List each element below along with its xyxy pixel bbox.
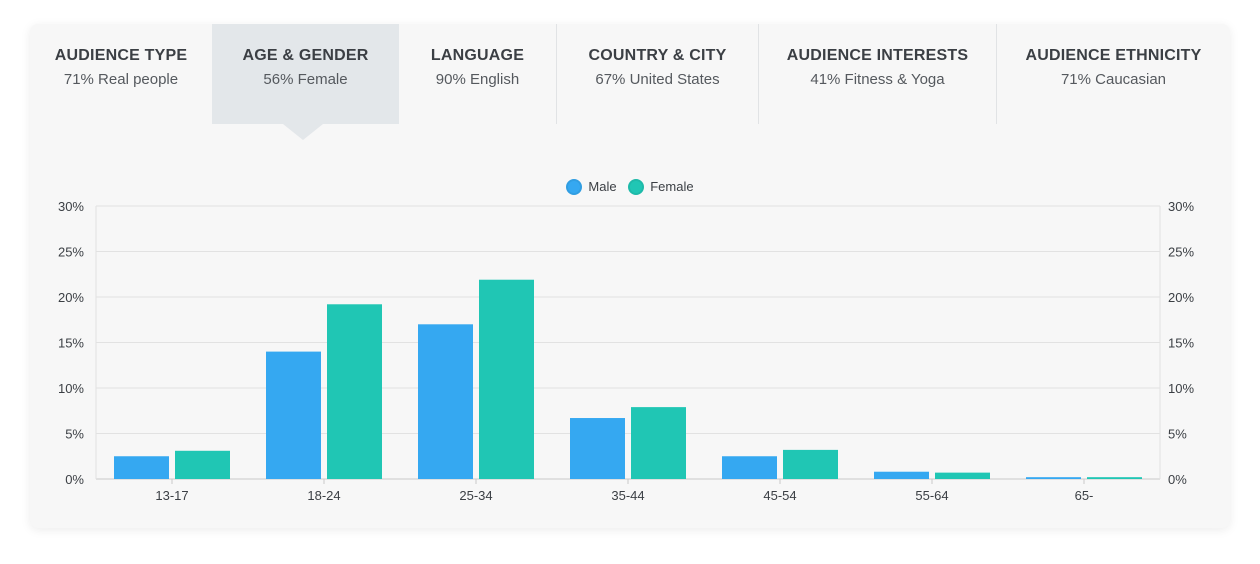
bar-female-25-34 [479,279,534,479]
age-gender-bar-chart: 0% 0% 5% 5% 10% 10% 15% 15% 20% 20% 25% 25% 30% 30% 13… [58,199,1194,503]
y-tick-label-right: 30% [1168,199,1194,214]
audience-card: AUDIENCE TYPE 71% Real people AGE & GEND… [30,24,1230,528]
y-tick-label-right: 25% [1168,245,1194,260]
x-tick-label: 35-44 [611,488,644,503]
x-tick-label: 13-17 [155,488,188,503]
x-tick-label: 55-64 [915,488,948,503]
x-tick-label: 25-34 [459,488,492,503]
bar-male-18-24 [266,351,321,479]
x-tick-label: 65- [1075,488,1094,503]
bar-female-45-54 [783,449,838,479]
x-tick-label: 45-54 [763,488,796,503]
y-tick-label-left: 10% [58,381,84,396]
y-tick-label-right: 15% [1168,336,1194,351]
bar-female-13-17 [175,450,230,479]
bar-female-55-64 [935,472,990,479]
bar-female-35-44 [631,407,686,479]
y-tick-label-right: 5% [1168,427,1187,442]
bar-male-35-44 [570,418,625,479]
bar-female-18-24 [327,304,382,479]
y-tick-label-left: 15% [58,336,84,351]
y-tick-label-left: 30% [58,199,84,214]
bar-male-13-17 [114,456,169,479]
bar-male-55-64 [874,471,929,479]
bar-male-65- [1026,477,1081,479]
bar-male-45-54 [722,456,777,479]
y-tick-label-left: 5% [65,427,84,442]
y-tick-label-right: 0% [1168,472,1187,487]
y-tick-label-right: 10% [1168,381,1194,396]
y-tick-label-left: 20% [58,290,84,305]
x-tick-label: 18-24 [307,488,340,503]
bar-male-25-34 [418,324,473,479]
y-tick-label-left: 0% [65,472,84,487]
bar-female-65- [1087,477,1142,479]
y-tick-label-right: 20% [1168,290,1194,305]
y-tick-label-left: 25% [58,245,84,260]
